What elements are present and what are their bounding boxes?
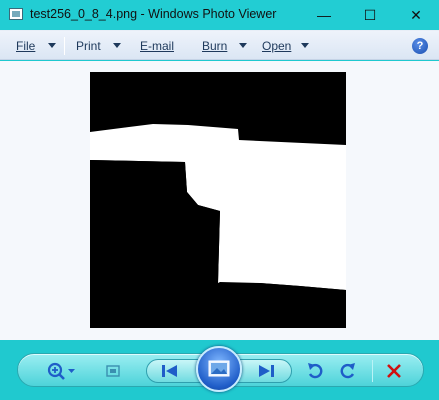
actual-size-button[interactable] (102, 360, 124, 382)
menu-burn-label: Burn (202, 39, 228, 53)
control-separator (372, 360, 373, 382)
next-button[interactable] (252, 360, 280, 382)
maximize-button[interactable]: ☐ (347, 0, 393, 30)
menu-file-label: File (16, 39, 36, 53)
next-icon (259, 365, 274, 377)
menu-file[interactable]: File (16, 39, 35, 53)
zoom-icon (47, 362, 75, 380)
rotate-counterclockwise-button[interactable] (304, 360, 326, 382)
burn-dropdown-arrow-icon[interactable] (239, 43, 247, 48)
image-content (90, 72, 346, 328)
previous-icon (162, 365, 177, 377)
slideshow-button[interactable] (196, 346, 242, 392)
previous-button[interactable] (156, 360, 184, 382)
menu-bar: File Print E-mail Burn Open ? (0, 30, 439, 60)
menu-open[interactable]: Open (262, 39, 291, 53)
menu-burn[interactable]: Burn (202, 39, 227, 53)
photo-viewer-app-icon[interactable] (9, 8, 23, 20)
menu-open-label: Open (262, 39, 292, 53)
open-dropdown-arrow-icon[interactable] (301, 43, 309, 48)
close-button[interactable]: ✕ (393, 0, 439, 30)
title-bar: test256_0_8_4.png - Windows Photo Viewer… (0, 0, 439, 30)
minimize-button[interactable]: — (301, 0, 347, 30)
file-dropdown-arrow-icon[interactable] (48, 43, 56, 48)
help-icon[interactable]: ? (412, 38, 428, 54)
menu-print[interactable]: Print (76, 39, 101, 53)
menu-email[interactable]: E-mail (140, 39, 174, 53)
displayed-image (90, 72, 346, 328)
slideshow-icon (208, 360, 230, 377)
image-viewer-area (0, 61, 439, 340)
window-title: test256_0_8_4.png - Windows Photo Viewer (30, 7, 277, 21)
rotate-counterclockwise-icon (308, 363, 323, 379)
menu-email-label: E-mail (140, 39, 175, 53)
rotate-clockwise-button[interactable] (337, 360, 359, 382)
control-bar (0, 340, 439, 400)
delete-button[interactable] (383, 360, 405, 382)
print-dropdown-arrow-icon[interactable] (113, 43, 121, 48)
menu-separator (64, 37, 65, 55)
delete-icon (387, 364, 401, 378)
zoom-button[interactable] (44, 360, 78, 382)
rotate-clockwise-icon (340, 363, 355, 379)
actual-size-icon (106, 365, 120, 377)
